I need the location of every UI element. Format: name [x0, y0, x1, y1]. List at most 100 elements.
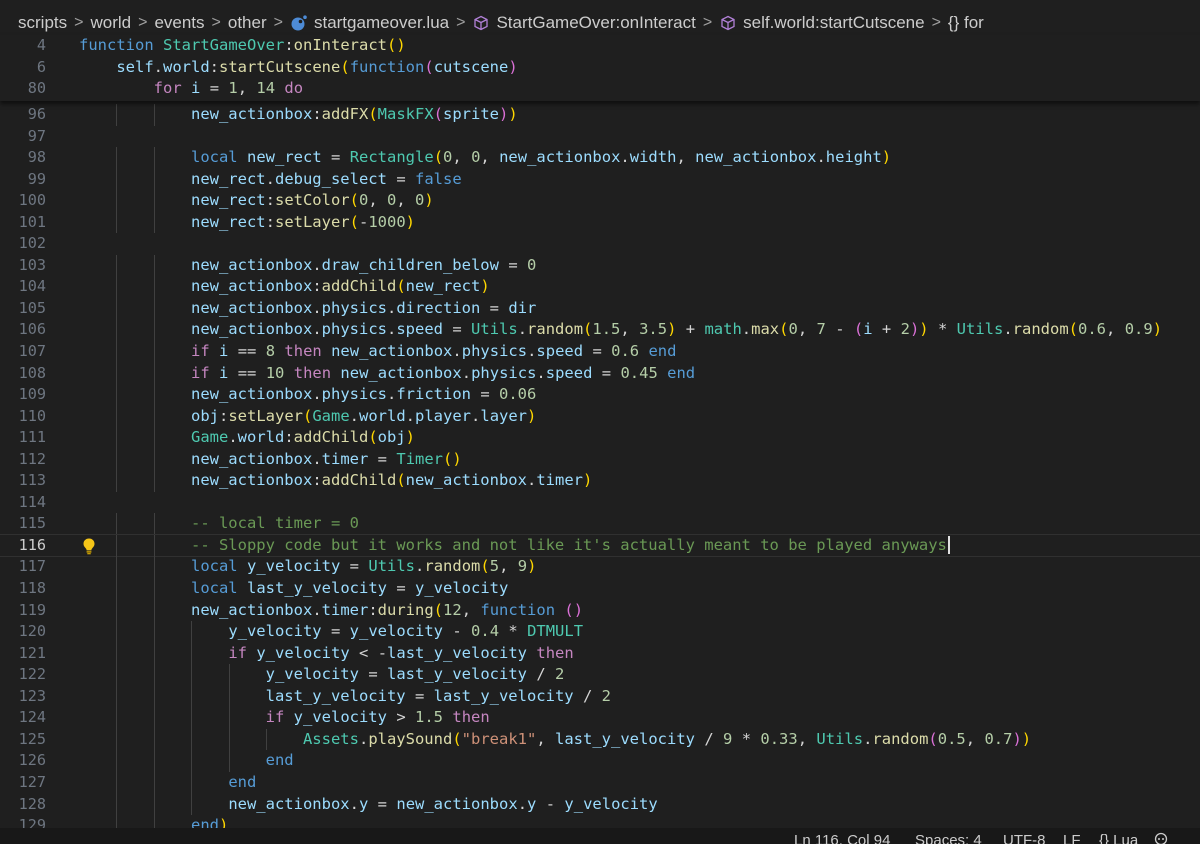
breadcrumb-item-events[interactable]: events [154, 13, 204, 33]
code-text[interactable]: self.world:startCutscene(function(cutsce… [79, 57, 517, 79]
code-text[interactable]: if y_velocity < -last_y_velocity then [79, 643, 573, 665]
line-number: 106 [18, 320, 46, 339]
eol-status[interactable]: LF [1063, 832, 1081, 844]
code-line[interactable]: 101 new_rect:setLayer(-1000) [0, 211, 1200, 234]
code-text[interactable]: new_actionbox.y = new_actionbox.y - y_ve… [79, 794, 657, 816]
breadcrumb-item-other[interactable]: other [228, 13, 267, 33]
code-line[interactable]: 126 end [0, 750, 1200, 772]
code-line[interactable]: 96 new_actionbox:addFX(MaskFX(sprite)) [0, 104, 1200, 126]
code-text[interactable]: obj:setLayer(Game.world.player.layer) [79, 406, 536, 428]
encoding-status[interactable]: UTF-8 [1003, 832, 1046, 844]
code-line[interactable]: 119 new_actionbox.timer:during(12, funct… [0, 599, 1200, 622]
breadcrumb-separator: > [456, 14, 466, 31]
code-line[interactable]: 125 Assets.playSound("break1", last_y_ve… [0, 728, 1200, 751]
code-line[interactable]: 99 new_rect.debug_select = false [0, 168, 1200, 191]
line-number: 125 [18, 729, 46, 748]
code-text[interactable]: new_actionbox:addFX(MaskFX(sprite)) [79, 104, 518, 126]
line-number: 113 [18, 471, 46, 490]
code-line[interactable]: 102 [0, 233, 1200, 255]
breadcrumb-item-method[interactable]: StartGameOver:onInteract [472, 13, 696, 33]
code-text[interactable]: local y_velocity = Utils.random(5, 9) [79, 556, 536, 578]
line-number: 114 [18, 492, 46, 511]
code-line[interactable]: 127 end [0, 771, 1200, 794]
code-line[interactable]: 100 new_rect:setColor(0, 0, 0) [0, 190, 1200, 212]
code-text[interactable]: -- Sloppy code but it works and not like… [79, 535, 950, 557]
code-text[interactable]: Assets.playSound("break1", last_y_veloci… [79, 729, 1031, 751]
indentation-status[interactable]: Spaces: 4 [915, 832, 982, 844]
code-line-current[interactable]: 116 -- Sloppy code but it works and not … [0, 533, 1200, 558]
code-line[interactable]: 98 local new_rect = Rectangle(0, 0, new_… [0, 147, 1200, 169]
code-text[interactable]: new_actionbox.draw_children_below = 0 [79, 255, 536, 277]
code-line[interactable]: 107 if i == 8 then new_actionbox.physics… [0, 341, 1200, 363]
breadcrumb-separator: > [211, 14, 221, 31]
breadcrumb-item-for[interactable]: {} for [948, 13, 984, 33]
code-line[interactable]: 117 local y_velocity = Utils.random(5, 9… [0, 556, 1200, 579]
code-text[interactable]: for i = 1, 14 do [79, 78, 303, 100]
code-line[interactable]: 106 new_actionbox.physics.speed = Utils.… [0, 319, 1200, 342]
code-line[interactable]: 104 new_actionbox:addChild(new_rect) [0, 276, 1200, 298]
code-line[interactable]: 123 last_y_velocity = last_y_velocity / … [0, 685, 1200, 708]
breadcrumb-item-cutscene[interactable]: self.world:startCutscene [719, 13, 925, 33]
code-line[interactable]: 4 function StartGameOver:onInteract() [0, 35, 1200, 57]
code-text[interactable]: end [79, 750, 294, 772]
code-text[interactable]: new_actionbox.physics.speed = Utils.rand… [79, 319, 1162, 341]
code-line[interactable]: 6 self.world:startCutscene(function(cuts… [0, 57, 1200, 79]
code-line[interactable]: 115 -- local timer = 0 [0, 513, 1200, 535]
code-text[interactable]: y_velocity = last_y_velocity / 2 [79, 664, 565, 686]
code-line[interactable]: 108 if i == 10 then new_actionbox.physic… [0, 362, 1200, 385]
language-status[interactable]: {} Lua [1099, 832, 1138, 844]
code-line[interactable]: 128 new_actionbox.y = new_actionbox.y - … [0, 793, 1200, 816]
line-number: 102 [18, 234, 46, 253]
code-text[interactable]: new_rect.debug_select = false [79, 169, 462, 191]
code-text[interactable]: -- local timer = 0 [79, 513, 359, 535]
code-line[interactable]: 110 obj:setLayer(Game.world.player.layer… [0, 405, 1200, 428]
code-line[interactable]: 111 Game.world:addChild(obj) [0, 427, 1200, 449]
code-text[interactable]: function StartGameOver:onInteract() [79, 35, 406, 57]
code-text[interactable]: new_rect:setColor(0, 0, 0) [79, 190, 434, 212]
sticky-scroll-header[interactable]: 4 function StartGameOver:onInteract() 6 se… [0, 35, 1200, 101]
code-line[interactable]: 121 if y_velocity < -last_y_velocity the… [0, 642, 1200, 665]
code-line[interactable]: 114 [0, 492, 1200, 514]
breadcrumb-item-file[interactable]: startgameover.lua [290, 13, 449, 33]
code-text[interactable]: new_actionbox:addChild(new_actionbox.tim… [79, 470, 592, 492]
code-text[interactable]: if i == 10 then new_actionbox.physics.sp… [79, 363, 695, 385]
status-bar: Ln 116, Col 94 Spaces: 4 UTF-8 LF {} Lua [0, 828, 1200, 844]
code-editor[interactable]: 96 new_actionbox:addFX(MaskFX(sprite)) 97… [0, 104, 1200, 828]
code-text[interactable]: local new_rect = Rectangle(0, 0, new_act… [79, 147, 891, 169]
code-line[interactable]: 103 new_actionbox.draw_children_below = … [0, 254, 1200, 277]
breadcrumb-label: startgameover.lua [313, 13, 450, 32]
code-line[interactable]: 112 new_actionbox.timer = Timer() [0, 448, 1200, 471]
breadcrumb-item-world[interactable]: world [90, 13, 131, 33]
code-line[interactable]: 97 [0, 126, 1200, 148]
code-text[interactable]: new_actionbox.timer = Timer() [79, 449, 462, 471]
code-line[interactable]: 120 y_velocity = y_velocity - 0.4 * DTMU… [0, 621, 1200, 643]
code-text[interactable]: new_actionbox.physics.friction = 0.06 [79, 384, 536, 406]
text-cursor [947, 536, 950, 555]
copilot-icon[interactable] [1154, 832, 1168, 844]
cursor-position-status[interactable]: Ln 116, Col 94 [794, 832, 890, 844]
code-text[interactable]: new_actionbox.timer:during(12, function … [79, 600, 583, 622]
code-line[interactable]: 80 for i = 1, 14 do [0, 78, 1200, 100]
breadcrumb-item-scripts[interactable]: scripts [18, 13, 67, 33]
code-text[interactable]: new_actionbox.physics.direction = dir [79, 298, 536, 320]
lightbulb-icon[interactable] [81, 537, 97, 555]
code-text[interactable]: Game.world:addChild(obj) [79, 427, 415, 449]
code-text[interactable]: end [79, 772, 256, 794]
code-line[interactable]: 109 new_actionbox.physics.friction = 0.0… [0, 384, 1200, 406]
code-line[interactable]: 122 y_velocity = last_y_velocity / 2 [0, 664, 1200, 686]
code-text[interactable]: last_y_velocity = last_y_velocity / 2 [79, 686, 611, 708]
code-text[interactable]: y_velocity = y_velocity - 0.4 * DTMULT [79, 621, 583, 643]
code-text[interactable]: if i == 8 then new_actionbox.physics.spe… [79, 341, 676, 363]
code-text[interactable]: new_rect:setLayer(-1000) [79, 212, 415, 234]
code-line[interactable]: 118 local last_y_velocity = y_velocity [0, 578, 1200, 600]
code-line[interactable]: 124 if y_velocity > 1.5 then [0, 707, 1200, 729]
code-text[interactable]: end) [79, 815, 228, 828]
breadcrumb-label: scripts [18, 13, 68, 32]
code-text[interactable]: local last_y_velocity = y_velocity [79, 578, 508, 600]
code-line[interactable]: 113 new_actionbox:addChild(new_actionbox… [0, 470, 1200, 492]
code-line[interactable]: 129 end) [0, 815, 1200, 828]
line-number: 123 [18, 686, 46, 705]
code-text[interactable]: if y_velocity > 1.5 then [79, 707, 490, 729]
code-text[interactable]: new_actionbox:addChild(new_rect) [79, 276, 490, 298]
code-line[interactable]: 105 new_actionbox.physics.direction = di… [0, 297, 1200, 320]
